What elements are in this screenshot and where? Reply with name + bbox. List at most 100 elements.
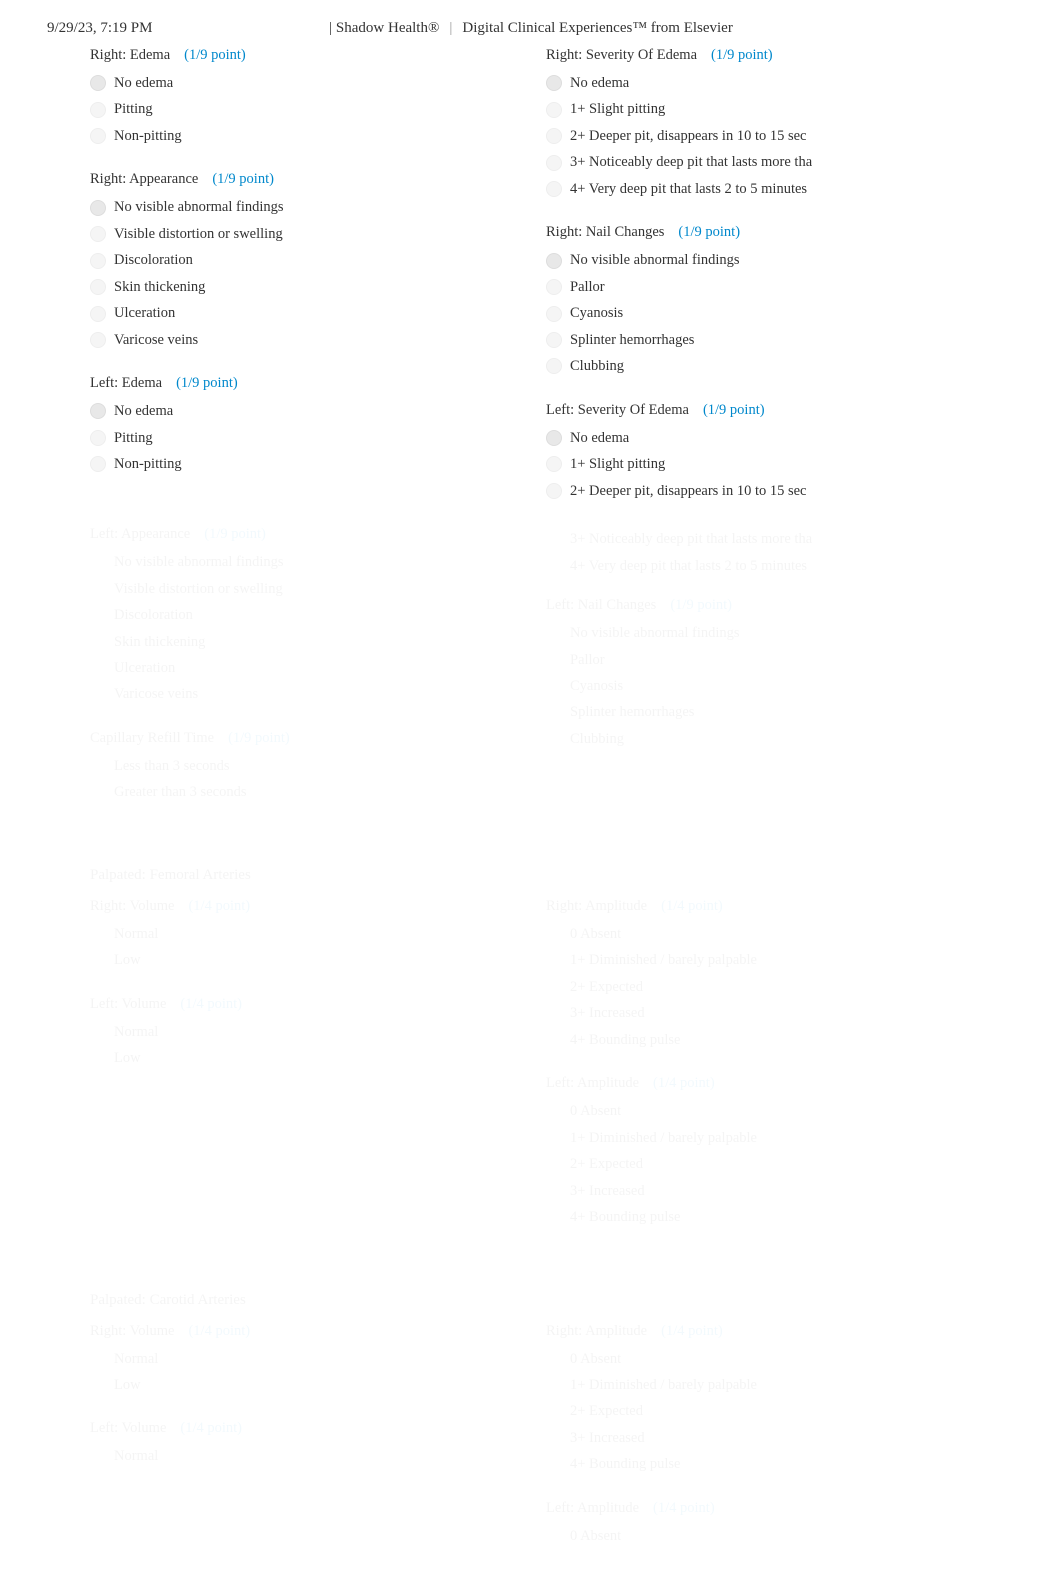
option-label: No edema <box>114 400 173 422</box>
option-item[interactable]: Skin thickening <box>90 274 516 300</box>
option-item[interactable]: 1+ Slight pitting <box>546 96 972 122</box>
question-section: Left: Severity Of Edema(1/9 point)No ede… <box>546 402 972 504</box>
option-item[interactable]: Ulceration <box>90 300 516 326</box>
radio-bullet-icon[interactable] <box>90 253 106 269</box>
content: Right: Edema(1/9 point)No edemaPittingNo… <box>0 47 1062 1571</box>
option-label: No visible abnormal findings <box>114 196 284 218</box>
option-item[interactable]: Discoloration <box>90 247 516 273</box>
col-right: Right: Severity Of Edema(1/9 point)No ed… <box>546 47 972 526</box>
option-item: 2+ Expected <box>546 974 972 1000</box>
section-label: Right: Volume <box>90 1323 174 1340</box>
option-item: 1+ Diminished / barely palpable <box>546 1372 972 1398</box>
radio-bullet-icon[interactable] <box>90 456 106 472</box>
question-section: 3+ Noticeably deep pit that lasts more t… <box>546 526 972 752</box>
radio-bullet-icon[interactable] <box>546 102 562 118</box>
option-item: 0 Absent <box>546 1098 972 1124</box>
points-label: (1/9 point) <box>184 47 246 64</box>
radio-bullet-icon[interactable] <box>90 430 106 446</box>
option-label: No edema <box>114 72 173 94</box>
option-label: Low <box>114 1047 141 1069</box>
radio-bullet-icon[interactable] <box>546 253 562 269</box>
option-list: Less than 3 secondsGreater than 3 second… <box>90 753 516 806</box>
radio-bullet-icon[interactable] <box>546 128 562 144</box>
option-item[interactable]: Visible distortion or swelling <box>90 221 516 247</box>
option-item[interactable]: Pitting <box>90 96 516 122</box>
radio-bullet-icon[interactable] <box>546 483 562 499</box>
option-item[interactable]: No visible abnormal findings <box>546 247 972 273</box>
option-item[interactable]: No edema <box>90 70 516 96</box>
radio-bullet-icon <box>90 758 106 774</box>
radio-bullet-icon[interactable] <box>90 403 106 419</box>
section-title: Left: Appearance(1/9 point) <box>90 526 516 543</box>
radio-bullet-icon[interactable] <box>90 200 106 216</box>
radio-bullet-icon[interactable] <box>546 430 562 446</box>
radio-bullet-icon[interactable] <box>546 456 562 472</box>
option-label: 4+ Very deep pit that lasts 2 to 5 minut… <box>570 555 807 577</box>
radio-bullet-icon[interactable] <box>90 102 106 118</box>
radio-bullet-icon[interactable] <box>546 155 562 171</box>
option-item[interactable]: Non-pitting <box>90 451 516 477</box>
option-list: No edema1+ Slight pitting2+ Deeper pit, … <box>546 425 972 504</box>
points-label: (1/4 point) <box>661 1323 723 1340</box>
option-item[interactable]: Pitting <box>90 425 516 451</box>
option-item[interactable]: 1+ Slight pitting <box>546 451 972 477</box>
option-item[interactable]: 2+ Deeper pit, disappears in 10 to 15 se… <box>546 478 972 504</box>
radio-bullet-icon <box>90 660 106 676</box>
radio-bullet-icon[interactable] <box>546 75 562 91</box>
radio-bullet-icon[interactable] <box>90 75 106 91</box>
option-label: 1+ Diminished / barely palpable <box>570 1374 757 1396</box>
radio-bullet-icon <box>546 1005 562 1021</box>
radio-bullet-icon[interactable] <box>90 128 106 144</box>
option-item[interactable]: 4+ Very deep pit that lasts 2 to 5 minut… <box>546 176 972 202</box>
option-item[interactable]: No edema <box>90 398 516 424</box>
radio-bullet-icon[interactable] <box>90 226 106 242</box>
radio-bullet-icon[interactable] <box>546 306 562 322</box>
option-label: 4+ Bounding pulse <box>570 1206 681 1228</box>
option-item: Clubbing <box>546 726 972 752</box>
option-item[interactable]: No visible abnormal findings <box>90 194 516 220</box>
option-label: 4+ Very deep pit that lasts 2 to 5 minut… <box>570 178 807 200</box>
section-label: Right: Nail Changes <box>546 224 664 241</box>
option-item[interactable]: Cyanosis <box>546 300 972 326</box>
section-title: Right: Amplitude(1/4 point) <box>546 898 972 915</box>
radio-bullet-icon[interactable] <box>90 332 106 348</box>
radio-bullet-icon[interactable] <box>546 358 562 374</box>
radio-bullet-icon <box>546 1457 562 1473</box>
radio-bullet-icon[interactable] <box>90 279 106 295</box>
option-item[interactable]: Varicose veins <box>90 327 516 353</box>
option-item[interactable]: No edema <box>546 425 972 451</box>
option-item[interactable]: 2+ Deeper pit, disappears in 10 to 15 se… <box>546 123 972 149</box>
option-item: 2+ Expected <box>546 1398 972 1424</box>
radio-bullet-icon <box>90 1351 106 1367</box>
option-item[interactable]: Splinter hemorrhages <box>546 327 972 353</box>
option-item[interactable]: Non-pitting <box>90 123 516 149</box>
option-item[interactable]: 3+ Noticeably deep pit that lasts more t… <box>546 149 972 175</box>
points-label: (1/9 point) <box>212 171 274 188</box>
option-item[interactable]: Clubbing <box>546 353 972 379</box>
radio-bullet-icon <box>546 731 562 747</box>
brand-label: | Shadow Health® <box>329 20 439 37</box>
option-item[interactable]: No edema <box>546 70 972 96</box>
question-section: Left: Amplitude(1/4 point)0 Absent1+ Dim… <box>546 1075 972 1230</box>
option-item: 1+ Diminished / barely palpable <box>546 1125 972 1151</box>
option-item[interactable]: Pallor <box>546 274 972 300</box>
option-label: Varicose veins <box>114 683 198 705</box>
tagline-label: Digital Clinical Experiences™ from Elsev… <box>462 20 732 37</box>
radio-bullet-icon <box>546 1183 562 1199</box>
option-label: Greater than 3 seconds <box>114 781 246 803</box>
option-item: 4+ Very deep pit that lasts 2 to 5 minut… <box>546 553 972 579</box>
section-title: Right: Amplitude(1/4 point) <box>546 1323 972 1340</box>
question-section: Right: Appearance(1/9 point)No visible a… <box>90 171 516 353</box>
points-label: (1/9 point) <box>228 730 290 747</box>
section-label: Left: Nail Changes <box>546 597 656 614</box>
option-item: Ulceration <box>90 655 516 681</box>
radio-bullet-icon <box>90 785 106 801</box>
radio-bullet-icon[interactable] <box>546 332 562 348</box>
question-section: Left: Volume(1/4 point)NormalLow <box>90 996 516 1072</box>
option-list: 0 Absent <box>546 1523 972 1549</box>
radio-bullet-icon[interactable] <box>546 181 562 197</box>
radio-bullet-icon <box>90 1024 106 1040</box>
option-label: 2+ Expected <box>570 1400 643 1422</box>
radio-bullet-icon[interactable] <box>90 306 106 322</box>
radio-bullet-icon[interactable] <box>546 279 562 295</box>
